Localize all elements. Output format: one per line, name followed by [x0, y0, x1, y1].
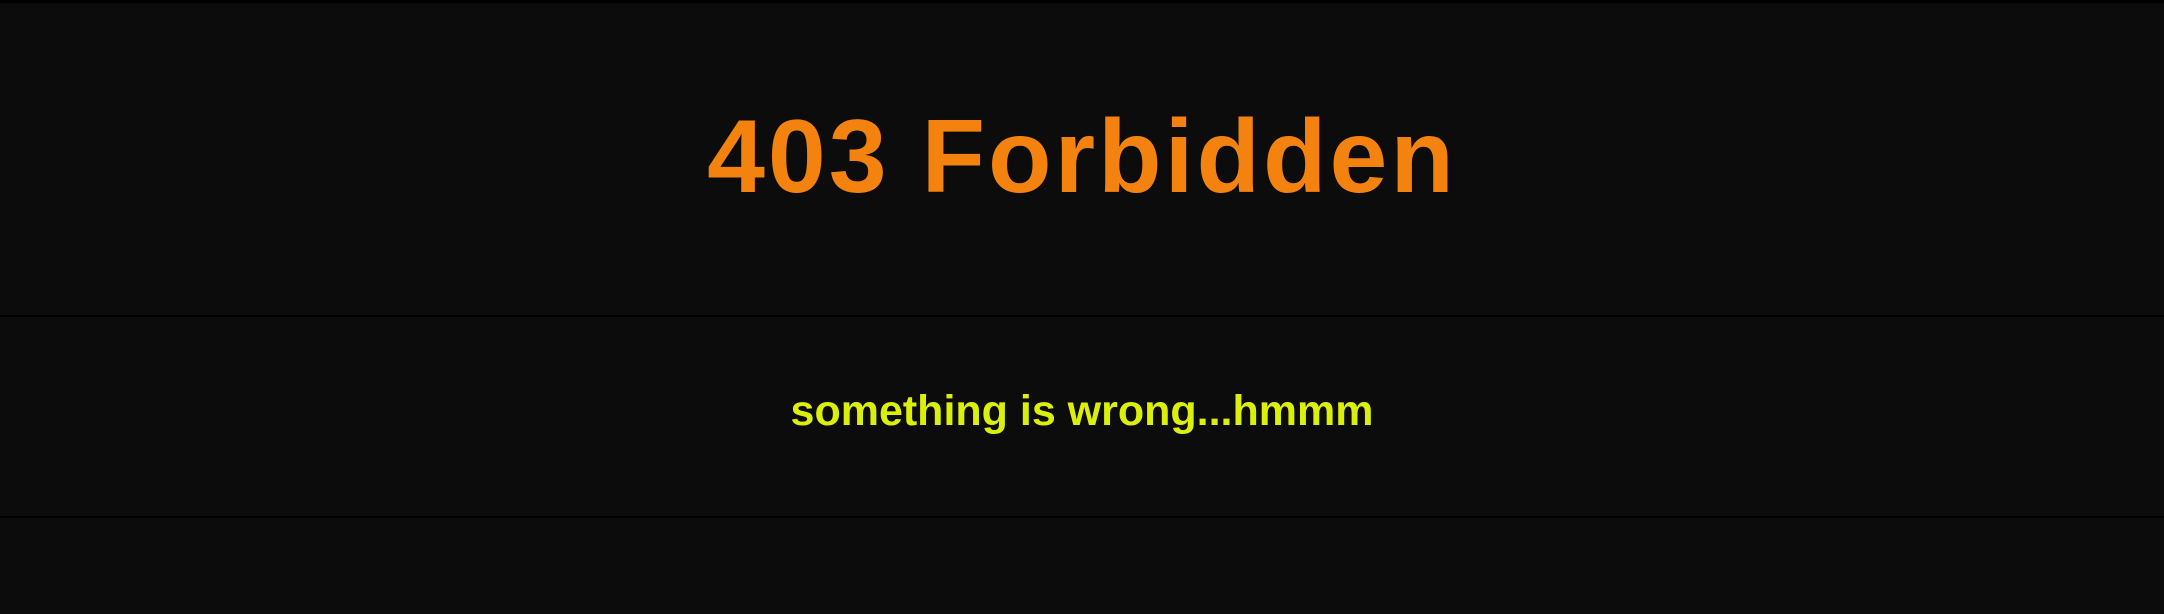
error-title: 403 Forbidden: [707, 99, 1457, 215]
error-message-section: something is wrong...hmmm: [0, 317, 2164, 516]
error-header: 403 Forbidden: [0, 3, 2164, 315]
error-message: something is wrong...hmmm: [790, 387, 1374, 435]
page-footer: [0, 518, 2164, 614]
